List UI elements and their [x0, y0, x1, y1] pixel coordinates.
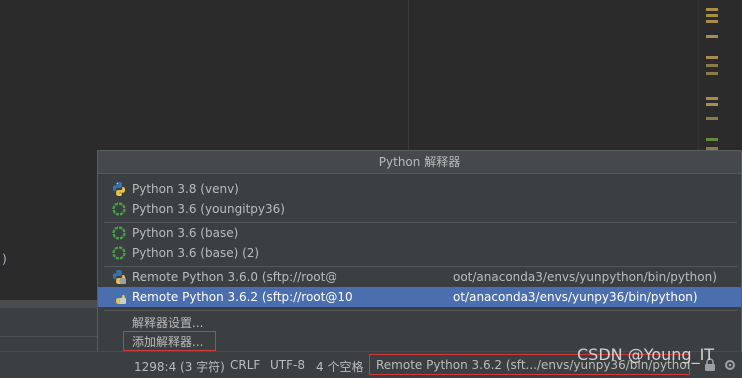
redacted-address	[336, 270, 356, 284]
interpreter-item-label: Python 3.6 (base)	[132, 226, 239, 240]
inspector-settings-icon[interactable]	[722, 357, 738, 373]
interpreter-item-python38-venv[interactable]: Python 3.8 (venv)	[98, 179, 741, 199]
interpreter-item-label-prefix: Remote Python 3.6.0 (sftp://root@	[132, 270, 338, 284]
interpreter-item-remote-python-362[interactable]: Remote Python 3.6.2 (sftp://root@10 ot/a…	[98, 287, 741, 307]
gutter-marker[interactable]	[706, 56, 718, 59]
gutter-marker[interactable]	[706, 138, 718, 141]
gutter-marker[interactable]	[706, 72, 718, 75]
remote-python-icon	[113, 270, 126, 284]
remote-python-icon	[113, 290, 126, 304]
gutter-marker[interactable]	[706, 35, 718, 38]
interpreter-item-python36-base[interactable]: Python 3.6 (base)	[98, 223, 741, 243]
conda-ring-icon	[112, 226, 126, 240]
gutter-marker[interactable]	[706, 97, 718, 100]
group-separator	[104, 310, 737, 311]
interpreter-settings-action[interactable]: 解释器设置...	[132, 314, 203, 331]
conda-ring-icon	[112, 246, 126, 260]
interpreter-item-label-suffix: ot/anaconda3/envs/yunpy36/bin/python)	[453, 290, 698, 304]
interpreter-item-label-prefix: Remote Python 3.6.2 (sftp://root@10	[132, 290, 353, 304]
interpreter-item-python36-base-2[interactable]: Python 3.6 (base) (2)	[98, 243, 741, 263]
encoding-widget[interactable]: UTF-8	[270, 358, 305, 372]
interpreter-item-label: Python 3.6 (base) (2)	[132, 246, 260, 260]
python-interpreter-popup: Python 解释器 Python 3.8 (venv) Python 3.6 …	[97, 150, 742, 352]
caret-position-widget[interactable]: 1298:4 (3 字符)	[134, 358, 225, 375]
gutter-marker[interactable]	[706, 20, 718, 23]
gutter-marker[interactable]	[706, 103, 718, 106]
gutter-marker[interactable]	[706, 64, 718, 67]
interpreter-item-label-suffix: oot/anaconda3/envs/yunpython/bin/python)	[453, 270, 717, 284]
interpreter-item-remote-python-360[interactable]: Remote Python 3.6.0 (sftp://root@ oot/an…	[98, 267, 741, 287]
interpreter-item-label: Python 3.8 (venv)	[132, 182, 239, 196]
line-separator-widget[interactable]: CRLF	[230, 358, 260, 372]
watermark-text: CSDN @Young_IT	[577, 345, 715, 364]
indent-widget[interactable]: 4 个空格	[316, 358, 363, 375]
interpreter-item-label: Python 3.6 (youngitpy36)	[132, 202, 285, 216]
add-interpreter-action[interactable]: 添加解释器...	[132, 333, 203, 350]
popup-title: Python 解释器	[98, 151, 741, 174]
editor-code-fragment: )	[1, 252, 9, 266]
gutter-marker[interactable]	[706, 14, 718, 17]
gutter-marker[interactable]	[706, 117, 718, 120]
conda-ring-icon	[112, 202, 126, 216]
python-logo-icon	[113, 182, 125, 196]
gutter-marker[interactable]	[706, 8, 718, 11]
interpreter-item-python36-youngitpy36[interactable]: Python 3.6 (youngitpy36)	[98, 199, 741, 219]
